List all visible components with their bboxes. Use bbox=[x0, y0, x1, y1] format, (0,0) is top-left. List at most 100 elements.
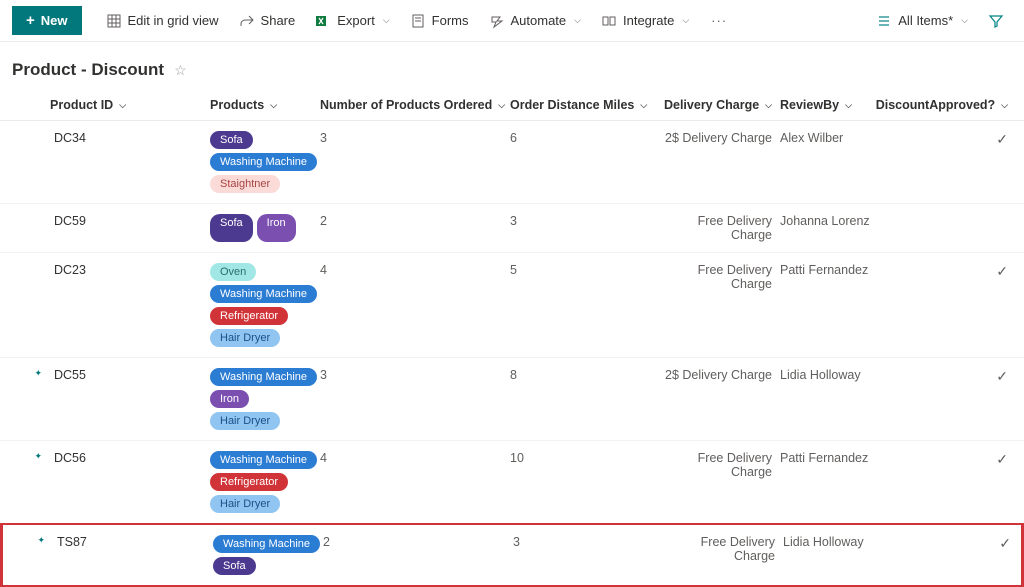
cell-distance: 10 bbox=[510, 451, 660, 513]
product-pill: Hair Dryer bbox=[210, 412, 280, 430]
cell-review-by: Patti Fernandez bbox=[780, 263, 890, 347]
checkmark-icon: ✓ bbox=[999, 535, 1011, 551]
cell-products: OvenWashing MachineRefrigeratorHair Drye… bbox=[210, 263, 320, 347]
checkmark-icon: ✓ bbox=[996, 263, 1008, 279]
filter-icon bbox=[988, 13, 1004, 29]
automate-button[interactable]: Automate ⌵ bbox=[481, 7, 589, 35]
cell-discount-approved: ✓ bbox=[890, 368, 1020, 430]
product-pill: Refrigerator bbox=[210, 473, 288, 491]
checkmark-icon: ✓ bbox=[996, 451, 1008, 467]
new-button[interactable]: + New bbox=[12, 6, 82, 35]
table-row[interactable]: ✦TS87Washing MachineSofa23Free Delivery … bbox=[0, 523, 1024, 587]
cell-products: Washing Machine Refrigerator Hair Dryer bbox=[210, 451, 320, 513]
column-product-id[interactable]: Product ID⌵ bbox=[50, 98, 210, 112]
cell-discount-approved: ✓ bbox=[890, 263, 1020, 347]
cell-discount-approved bbox=[890, 214, 1020, 242]
edit-grid-button[interactable]: Edit in grid view bbox=[98, 7, 227, 35]
all-items-label: All Items* bbox=[898, 13, 953, 28]
cell-discount-approved: ✓ bbox=[893, 535, 1023, 575]
command-bar: + New Edit in grid view Share Export ⌵ F… bbox=[0, 0, 1024, 42]
checkmark-icon: ✓ bbox=[996, 368, 1008, 384]
cell-product-id[interactable]: DC56 bbox=[50, 451, 210, 513]
cell-product-id[interactable]: DC55 bbox=[50, 368, 210, 430]
share-button[interactable]: Share bbox=[231, 7, 304, 35]
page-header: Product - Discount ☆ bbox=[0, 42, 1024, 90]
integrate-icon bbox=[601, 13, 617, 29]
cell-num-ordered: 2 bbox=[320, 214, 510, 242]
cell-num-ordered: 4 bbox=[320, 263, 510, 347]
cell-num-ordered: 3 bbox=[320, 368, 510, 430]
table-row[interactable]: DC59SofaIron23Free Delivery ChargeJohann… bbox=[0, 204, 1024, 253]
cell-product-id[interactable]: TS87 bbox=[53, 535, 213, 575]
table-row[interactable]: ✦ DC56Washing Machine Refrigerator Hair Dry… bbox=[0, 441, 1024, 524]
column-delivery-charge[interactable]: Delivery Charge⌵ bbox=[660, 98, 780, 112]
grid-icon bbox=[106, 13, 122, 29]
product-pill: Washing Machine bbox=[210, 451, 317, 469]
chevron-down-icon: ⌵ bbox=[640, 100, 647, 111]
chevron-down-icon: ⌵ bbox=[498, 100, 505, 111]
chevron-down-icon: ⌵ bbox=[383, 15, 390, 26]
automate-icon bbox=[489, 13, 505, 29]
export-button[interactable]: Export ⌵ bbox=[307, 7, 397, 35]
all-items-view-button[interactable]: All Items* ⌵ bbox=[868, 7, 976, 35]
favorite-star-icon[interactable]: ☆ bbox=[174, 62, 187, 79]
cell-product-id[interactable]: DC23 bbox=[50, 263, 210, 347]
column-num-ordered[interactable]: Number of Products Ordered⌵ bbox=[320, 98, 510, 112]
chevron-down-icon: ⌵ bbox=[574, 15, 581, 26]
forms-label: Forms bbox=[432, 13, 469, 28]
new-indicator-icon: ✦ bbox=[34, 451, 42, 461]
column-review-by[interactable]: ReviewBy⌵ bbox=[780, 98, 890, 112]
cell-delivery-charge: 2$ Delivery Charge bbox=[660, 368, 780, 430]
page-title: Product - Discount bbox=[12, 60, 164, 80]
cell-delivery-charge: Free Delivery Charge bbox=[660, 263, 780, 347]
chevron-down-icon: ⌵ bbox=[765, 100, 772, 111]
cell-num-ordered: 3 bbox=[320, 131, 510, 193]
product-pill: Iron bbox=[257, 214, 296, 242]
forms-button[interactable]: Forms bbox=[402, 7, 477, 35]
product-pill: Sofa bbox=[210, 131, 253, 149]
checkmark-icon: ✓ bbox=[996, 131, 1008, 147]
table-row[interactable]: DC34Sofa Washing Machine Staightner 362$ De… bbox=[0, 121, 1024, 204]
cell-distance: 6 bbox=[510, 131, 660, 193]
integrate-button[interactable]: Integrate ⌵ bbox=[593, 7, 697, 35]
chevron-down-icon: ⌵ bbox=[119, 100, 126, 111]
plus-icon: + bbox=[26, 12, 35, 29]
list-icon bbox=[876, 13, 892, 29]
chevron-down-icon: ⌵ bbox=[270, 100, 277, 111]
cell-distance: 5 bbox=[510, 263, 660, 347]
cell-num-ordered: 2 bbox=[323, 535, 513, 575]
table-header: Product ID⌵ Products⌵ Number of Products… bbox=[0, 90, 1024, 121]
chevron-down-icon: ⌵ bbox=[682, 15, 689, 26]
filter-button[interactable] bbox=[980, 7, 1012, 35]
product-pill: Refrigerator bbox=[210, 307, 288, 325]
new-indicator-icon: ✦ bbox=[34, 368, 42, 378]
cell-product-id[interactable]: DC59 bbox=[50, 214, 210, 242]
cell-distance: 3 bbox=[510, 214, 660, 242]
column-products[interactable]: Products⌵ bbox=[210, 98, 320, 112]
more-button[interactable]: ··· bbox=[701, 7, 737, 34]
product-pill: Hair Dryer bbox=[210, 495, 280, 513]
table-row[interactable]: DC23OvenWashing MachineRefrigeratorHair … bbox=[0, 253, 1024, 358]
product-pill: Washing Machine bbox=[210, 153, 317, 171]
export-label: Export bbox=[337, 13, 375, 28]
cell-products: Sofa Washing Machine Staightner bbox=[210, 131, 320, 193]
cell-review-by: Lidia Holloway bbox=[780, 368, 890, 430]
cell-products: SofaIron bbox=[210, 214, 320, 242]
automate-label: Automate bbox=[511, 13, 567, 28]
chevron-down-icon: ⌵ bbox=[1001, 100, 1008, 111]
list-table: Product ID⌵ Products⌵ Number of Products… bbox=[0, 90, 1024, 587]
column-discount-approved[interactable]: DiscountApproved?⌵ bbox=[890, 98, 1020, 112]
cell-review-by: Lidia Holloway bbox=[783, 535, 893, 575]
cell-review-by: Patti Fernandez bbox=[780, 451, 890, 513]
column-distance[interactable]: Order Distance Miles⌵ bbox=[510, 98, 660, 112]
cell-discount-approved: ✓ bbox=[890, 131, 1020, 193]
product-pill: Staightner bbox=[210, 175, 280, 193]
cell-delivery-charge: Free Delivery Charge bbox=[663, 535, 783, 575]
chevron-down-icon: ⌵ bbox=[961, 15, 968, 26]
cell-product-id[interactable]: DC34 bbox=[50, 131, 210, 193]
cell-delivery-charge: 2$ Delivery Charge bbox=[660, 131, 780, 193]
table-row[interactable]: ✦DC55Washing MachineIronHair Dryer382$ D… bbox=[0, 358, 1024, 441]
product-pill: Oven bbox=[210, 263, 256, 281]
cell-num-ordered: 4 bbox=[320, 451, 510, 513]
cell-distance: 8 bbox=[510, 368, 660, 430]
